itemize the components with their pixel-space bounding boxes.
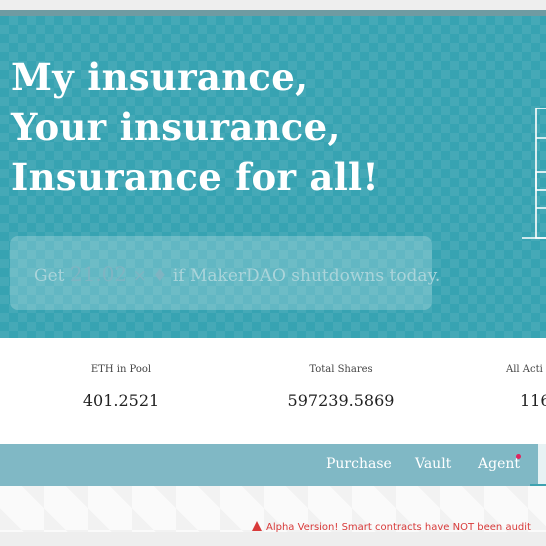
hero-banner: My insurance, Your insurance, Insurance … bbox=[0, 16, 546, 338]
pool-stats: ETH in Pool 401.2521 Total Shares 597239… bbox=[0, 338, 546, 444]
eth-icon: ♦ bbox=[152, 266, 168, 286]
stat-value: 401.2521 bbox=[82, 391, 160, 410]
payout-callout: Get 21.02 × ♦ if MakerDAO shutdowns toda… bbox=[10, 236, 440, 310]
payout-amount: 21.02 bbox=[69, 262, 128, 286]
stat-eth-in-pool: ETH in Pool 401.2521 bbox=[31, 364, 211, 410]
warning-icon bbox=[252, 521, 262, 531]
stat-total-shares: Total Shares 597239.5869 bbox=[251, 364, 431, 410]
payout-prefix: Get bbox=[34, 266, 65, 286]
hero-headline-line-1: My insurance, bbox=[11, 55, 309, 99]
stat-label: All Acti bbox=[506, 364, 543, 375]
nav-vault[interactable]: Vault bbox=[415, 456, 451, 472]
stat-value: 597239.5869 bbox=[287, 391, 395, 410]
nav-agent[interactable]: Agent bbox=[478, 456, 520, 472]
stat-all-active: All Acti 116 bbox=[506, 364, 546, 410]
building-illustration bbox=[522, 108, 546, 239]
nav-purchase[interactable]: Purchase bbox=[326, 456, 392, 472]
stat-label: ETH in Pool bbox=[90, 364, 152, 375]
notification-dot bbox=[516, 454, 521, 459]
nav-overflow-item[interactable] bbox=[538, 444, 546, 486]
browser-bottom-strip bbox=[0, 532, 546, 546]
hero-headline-line-2: Your insurance, bbox=[11, 105, 341, 149]
stat-value: 116 bbox=[520, 391, 546, 410]
stat-label: Total Shares bbox=[309, 364, 373, 375]
multiply-symbol: × bbox=[132, 266, 147, 286]
payout-suffix: if MakerDAO shutdowns today. bbox=[172, 266, 441, 286]
main-nav: Purchase Vault Agent bbox=[0, 444, 546, 486]
hero-headline-line-3: Insurance for all! bbox=[11, 155, 379, 199]
